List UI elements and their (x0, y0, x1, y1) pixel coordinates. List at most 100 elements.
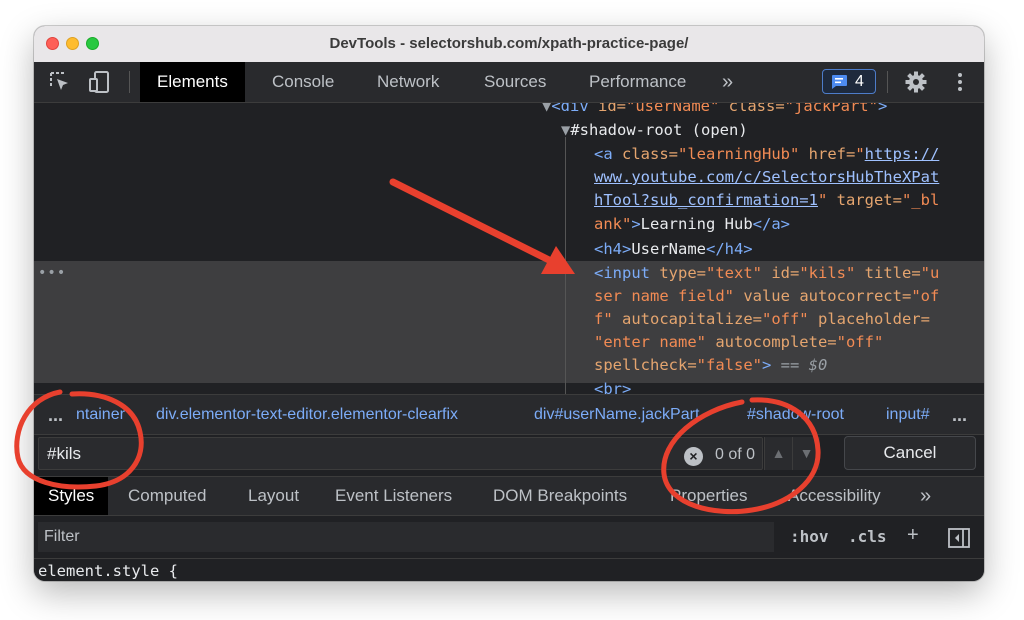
dom-attr-value: "_bl (901, 191, 940, 209)
dom-attr: type= (650, 264, 706, 282)
dom-attr-value: "enter name" (594, 333, 706, 351)
breadcrumb-overflow-left[interactable]: ... (48, 405, 63, 426)
chevron-up-icon[interactable]: ▲ (764, 437, 792, 470)
dom-attr-value: " (817, 191, 828, 209)
node-actions-dots[interactable]: ••• (38, 265, 66, 281)
breadcrumb-item[interactable]: #shadow-root (747, 406, 844, 424)
class-toggle-button[interactable]: .cls (848, 527, 887, 546)
dom-node-div-username[interactable]: ▼<div id="userName" class="jackPart"> (542, 103, 887, 115)
expand-toggle[interactable]: ▼ (542, 103, 551, 115)
dom-attr-value: "text" (706, 264, 762, 282)
dom-attr-value: "u (920, 264, 940, 282)
dom-attr-value: "learningHub" (678, 145, 800, 163)
href-link[interactable]: https:// (865, 145, 940, 163)
dom-attr: autocomplete= (705, 333, 837, 351)
dom-tag: > (877, 103, 888, 115)
title-bar: DevTools - selectorshub.com/xpath-practi… (34, 26, 984, 63)
dom-node-input-line-2[interactable]: ser name field" value autocorrect="of (594, 287, 939, 305)
dom-attr: id= (588, 103, 626, 115)
tab-computed[interactable]: Computed (114, 477, 220, 515)
tab-dom-breakpoints[interactable]: DOM Breakpoints (479, 477, 641, 515)
tab-performance[interactable]: Performance (572, 62, 703, 102)
breadcrumb-overflow-right[interactable]: ... (952, 405, 967, 426)
dom-node-anchor-line-1[interactable]: <a class="learningHub" href="https:// (594, 145, 939, 163)
kebab-menu-icon[interactable] (952, 71, 968, 93)
devtools-toolbar: Elements Console Network Sources Perform… (34, 62, 984, 103)
dom-node-anchor-line-2[interactable]: www.youtube.com/c/SelectorsHubTheXPat (594, 168, 939, 186)
window-title: DevTools - selectorshub.com/xpath-practi… (329, 35, 689, 52)
inspect-element-icon[interactable] (48, 70, 72, 94)
tab-properties[interactable]: Properties (656, 477, 761, 515)
tab-console[interactable]: Console (255, 62, 351, 102)
search-query[interactable]: #kils (47, 444, 81, 464)
expand-toggle[interactable]: ▼ (561, 121, 570, 139)
dom-tag: <div (551, 103, 589, 115)
gear-icon[interactable] (904, 70, 928, 94)
dom-tag: <input (594, 264, 650, 282)
console-ref: $0 (808, 356, 828, 374)
dom-attr: class= (612, 145, 678, 163)
issues-badge[interactable]: 4 (822, 69, 876, 94)
search-input[interactable]: #kils × 0 of 0 (38, 437, 763, 470)
styles-filter-input[interactable]: Filter (38, 522, 774, 552)
dom-attr-value: ank" (594, 215, 632, 233)
breadcrumb-item[interactable]: input# (886, 406, 930, 424)
dom-attr-value: "off" (836, 333, 884, 351)
dom-attr: spellcheck= (594, 356, 697, 374)
tab-styles[interactable]: Styles (34, 477, 109, 515)
href-link[interactable]: www.youtube.com/c/SelectorsHubTheXPat (594, 168, 939, 186)
dom-search-bar: #kils × 0 of 0 ▲ ▼ Cancel (34, 434, 984, 477)
breadcrumb: ... ntainer div.elementor-text-editor.el… (34, 394, 984, 435)
dom-node-input-line-1[interactable]: <input type="text" id="kils" title="u (594, 264, 939, 282)
dom-node-shadow-root[interactable]: ▼#shadow-root (open) (561, 121, 748, 139)
dom-node-anchor-line-4[interactable]: ank">Learning Hub</a> (594, 215, 790, 233)
dom-attr-value: "of (911, 287, 940, 305)
dom-attr: class= (719, 103, 785, 115)
dom-attr-value: f" (594, 310, 613, 328)
styles-toolbar: Filter :hov .cls + (34, 516, 984, 558)
element-style-selector[interactable]: element.style { (38, 562, 178, 580)
hover-state-button[interactable]: :hov (790, 527, 829, 546)
dom-attr-value: " (855, 145, 865, 163)
dom-attr: title= (855, 264, 921, 282)
dom-attr-value: "false" (696, 356, 762, 374)
device-toolbar-icon[interactable] (88, 70, 112, 94)
dom-attr-value: "userName" (626, 103, 720, 115)
tab-network[interactable]: Network (360, 62, 456, 102)
breadcrumb-item[interactable]: div.elementor-text-editor.elementor-clea… (156, 406, 458, 424)
breadcrumb-item[interactable]: ntainer (76, 406, 125, 424)
dom-attr: target= (827, 191, 902, 209)
cancel-search-button[interactable]: Cancel (844, 436, 976, 470)
more-panel-tabs-button[interactable]: » (906, 477, 945, 515)
dom-node-input-line-5[interactable]: spellcheck="false"> == $0 (594, 356, 827, 374)
dom-attr-value: "jackPart" (784, 103, 878, 115)
dom-tag: </h4> (705, 240, 753, 258)
dom-attr: placeholder= (808, 310, 930, 328)
breadcrumb-item[interactable]: div#userName.jackPart (534, 406, 699, 424)
tab-sources[interactable]: Sources (467, 62, 563, 102)
dom-node-h4[interactable]: <h4>UserName</h4> (594, 240, 753, 258)
toolbar-separator (887, 71, 888, 93)
chevron-down-icon[interactable]: ▼ (792, 437, 820, 470)
more-tabs-button[interactable]: » (722, 62, 733, 102)
sidebar-panel-tabs: Styles Computed Layout Event Listeners D… (34, 476, 984, 516)
dom-tag: </a> (752, 215, 790, 233)
dom-tag: > (631, 215, 641, 233)
tab-accessibility[interactable]: Accessibility (774, 477, 895, 515)
element-style-rule: element.style { (34, 558, 984, 581)
clear-search-icon[interactable]: × (684, 447, 703, 466)
dom-attr: href= (799, 145, 856, 163)
dom-tag: <h4> (594, 240, 632, 258)
tab-event-listeners[interactable]: Event Listeners (321, 477, 466, 515)
tab-layout[interactable]: Layout (234, 477, 313, 515)
dom-node-input-line-3[interactable]: f" autocapitalize="off" placeholder= (594, 310, 930, 328)
tree-guide (565, 137, 566, 413)
toolbar-separator (129, 71, 130, 93)
tab-elements[interactable]: Elements (140, 62, 245, 102)
sidebar-toggle-icon[interactable] (948, 528, 970, 548)
dom-node-input-line-4[interactable]: "enter name" autocomplete="off" (594, 333, 883, 351)
new-style-rule-button[interactable]: + (907, 524, 919, 547)
dom-node-anchor-line-3[interactable]: hTool?sub_confirmation=1" target="_bl (594, 191, 939, 209)
href-link[interactable]: hTool?sub_confirmation=1 (594, 191, 818, 209)
shadow-root-label: #shadow-root (open) (570, 121, 748, 139)
